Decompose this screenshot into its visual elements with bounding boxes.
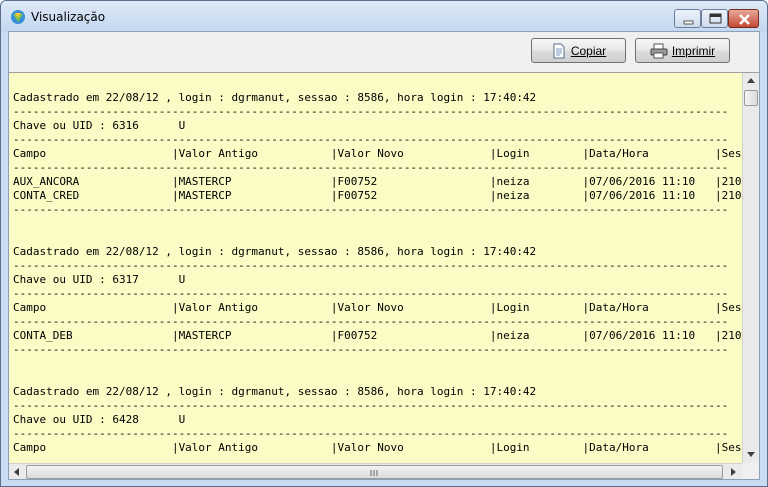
report-line: Chave ou UID : 6317 U (13, 273, 186, 286)
report-line: Cadastrado em 22/08/12 , login : dgrmanu… (13, 245, 537, 258)
close-button[interactable] (728, 9, 759, 28)
report-line: Campo |Valor Antigo |Valor Novo |Login |… (13, 441, 741, 454)
maximize-button[interactable] (701, 9, 728, 28)
scroll-left-icon[interactable] (9, 464, 25, 479)
document-icon (553, 43, 565, 58)
vertical-scrollbar[interactable] (742, 73, 759, 463)
report-line: ----------------------------------------… (13, 287, 729, 300)
close-icon (739, 14, 750, 25)
scroll-up-icon[interactable] (743, 73, 759, 89)
app-icon (10, 9, 26, 25)
report-line: Chave ou UID : 6428 U (13, 413, 186, 426)
report-view[interactable]: Cadastrado em 22/08/12 , login : dgrmanu… (9, 72, 759, 479)
report-line: ----------------------------------------… (13, 133, 729, 146)
report-line (13, 217, 741, 231)
report-line: ----------------------------------------… (13, 161, 729, 174)
copy-label: Copiar (570, 43, 607, 58)
minimize-icon (683, 20, 694, 25)
report-line (13, 357, 741, 371)
report-line: Campo |Valor Antigo |Valor Novo |Login |… (13, 147, 741, 160)
report-line: ----------------------------------------… (13, 343, 729, 356)
report-text: Cadastrado em 22/08/12 , login : dgrmanu… (13, 77, 741, 461)
report-line: ----------------------------------------… (13, 203, 729, 216)
report-line (13, 231, 741, 245)
report-line: CONTA_DEB |MASTERCP |F00752 |neiza |07/0… (13, 329, 741, 342)
report-line: Chave ou UID : 6316 U (13, 119, 186, 132)
client-area: Copiar Imprimir Cadastrado em 22/08/12 ,… (8, 31, 760, 480)
report-line: Cadastrado em 22/08/12 , login : dgrmanu… (13, 91, 537, 104)
report-line (13, 371, 741, 385)
minimize-button[interactable] (674, 9, 701, 28)
preview-window: Visualização Copiar Imprimir Cadastrado … (0, 0, 768, 487)
report-line (13, 77, 741, 91)
maximize-icon (709, 13, 722, 24)
copy-button[interactable]: Copiar (531, 38, 626, 63)
title-bar[interactable]: Visualização (1, 1, 767, 32)
report-line: ----------------------------------------… (13, 105, 729, 118)
report-line: AUX_ANCORA |MASTERCP |F00752 |neiza |07/… (13, 175, 741, 188)
window-title: Visualização (31, 10, 106, 24)
horizontal-scrollbar[interactable] (9, 463, 742, 479)
printer-icon (650, 43, 668, 58)
toolbar: Copiar Imprimir (9, 32, 759, 72)
print-label: Imprimir (671, 43, 716, 58)
scroll-right-icon[interactable] (725, 464, 741, 479)
report-line: Cadastrado em 22/08/12 , login : dgrmanu… (13, 385, 537, 398)
report-line: Campo |Valor Antigo |Valor Novo |Login |… (13, 301, 741, 314)
print-button[interactable]: Imprimir (635, 38, 730, 63)
report-line: ----------------------------------------… (13, 399, 729, 412)
vertical-scroll-thumb[interactable] (744, 90, 758, 106)
report-line: CONTA_CRED |MASTERCP |F00752 |neiza |07/… (13, 189, 741, 202)
scroll-down-icon[interactable] (743, 446, 759, 462)
scrollbar-corner (742, 463, 759, 479)
grip-icon (370, 470, 378, 476)
report-line: ----------------------------------------… (13, 259, 729, 272)
report-line: ----------------------------------------… (13, 427, 729, 440)
horizontal-scroll-thumb[interactable] (26, 465, 723, 479)
report-line: ----------------------------------------… (13, 455, 741, 461)
report-line: ----------------------------------------… (13, 315, 729, 328)
